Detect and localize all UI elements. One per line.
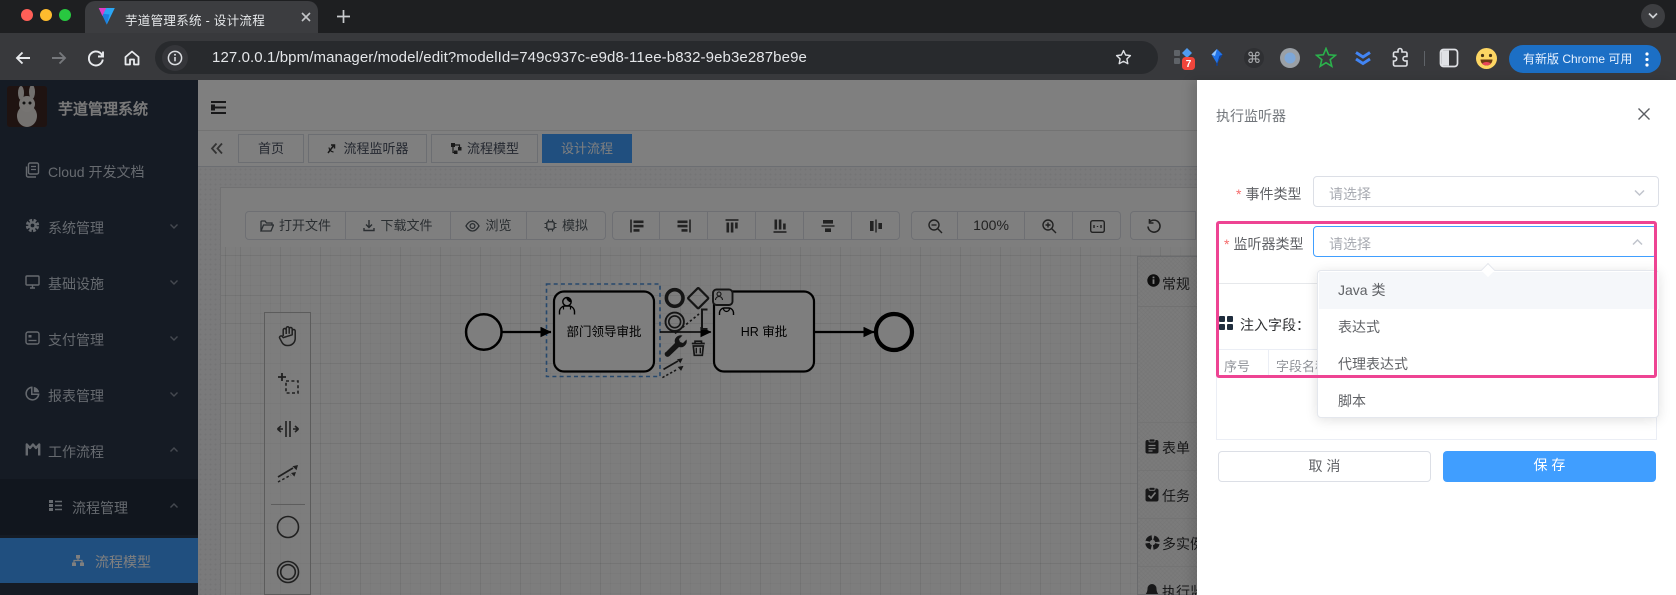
svg-text:7: 7 xyxy=(1186,59,1192,70)
svg-text:⌘: ⌘ xyxy=(1247,50,1262,67)
